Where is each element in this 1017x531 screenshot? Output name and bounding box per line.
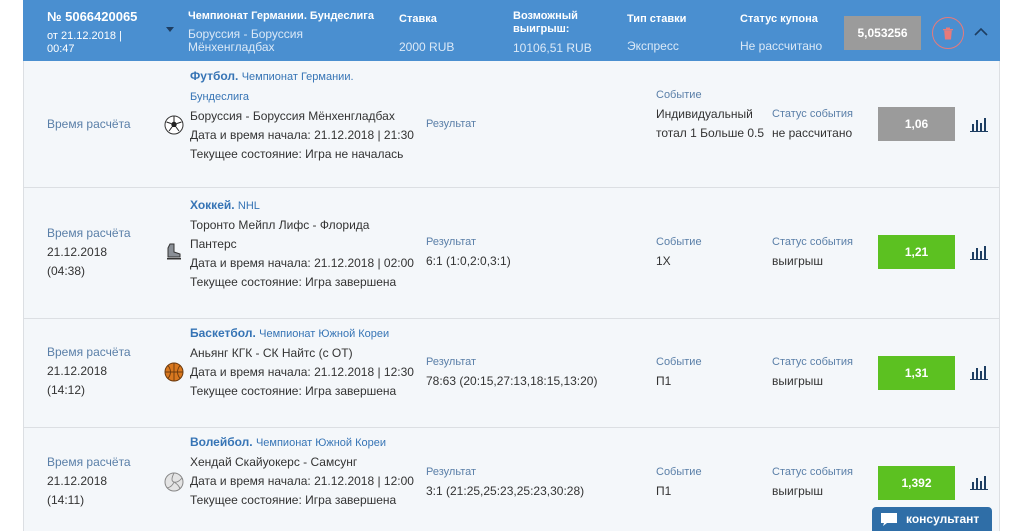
bar-chart-icon[interactable] xyxy=(970,366,988,380)
coefficient-badge: 1,06 xyxy=(878,107,955,141)
bar-chart-icon[interactable] xyxy=(970,118,988,132)
coupon-championship: Чемпионат Германии. Бундеслига xyxy=(188,10,374,22)
soccer-ball-icon xyxy=(164,115,184,135)
event-info: Баскетбол. Чемпионат Южной Кореи Аньянг … xyxy=(190,324,415,401)
consultant-chat-button[interactable]: консультант xyxy=(872,507,992,531)
chevron-down-icon[interactable] xyxy=(166,27,174,32)
coupon-status-label: Статус купона xyxy=(740,13,818,25)
coefficient-badge: 1,392 xyxy=(878,466,955,500)
event-status: Статус события не рассчитано xyxy=(772,108,853,140)
win-label: Возможный выигрыш: xyxy=(513,10,578,35)
bet-type-label: Тип ставки xyxy=(627,13,687,25)
teams: Хендай Скайуокерс - Самсунг xyxy=(190,455,358,469)
bar-chart-icon[interactable] xyxy=(970,476,988,490)
event-status: Статус события выигрыш xyxy=(772,466,853,498)
stake-value: 2000 RUB xyxy=(399,40,455,54)
total-coefficient: 5,053256 xyxy=(844,16,921,50)
delete-coupon-button[interactable] xyxy=(932,17,964,49)
chevron-up-icon[interactable] xyxy=(973,24,989,40)
start-time: Дата и время начала: 21.12.2018 | 21:30 xyxy=(190,128,414,142)
event: Событие Индивидуальный тотал 1 Больше 0.… xyxy=(656,89,765,140)
coupon-number: № 5066420065 xyxy=(47,9,138,24)
game-state: Текущее состояние: Игра завершена xyxy=(190,384,397,398)
coupon-panel: № 5066420065 от 21.12.2018 | 00:47 Чемпи… xyxy=(23,0,1000,531)
start-time: Дата и время начала: 21.12.2018 | 02:00 xyxy=(190,256,414,270)
teams: Торонто Мейпл Лифс - Флорида Пантерс xyxy=(190,218,370,251)
start-time: Дата и время начала: 21.12.2018 | 12:00 xyxy=(190,474,414,488)
coupon-header[interactable]: № 5066420065 от 21.12.2018 | 00:47 Чемпи… xyxy=(23,0,1000,62)
game-state: Текущее состояние: Игра не началась xyxy=(190,147,404,161)
bet-row: Время расчёта 21.12.2018 (04:38) Хоккей.… xyxy=(23,188,1000,319)
chat-bubble-icon xyxy=(881,512,897,526)
event: Событие П1 xyxy=(656,466,702,498)
event-info: Футбол. Чемпионат Германии. Бундеслига Б… xyxy=(190,67,415,164)
trash-icon xyxy=(943,27,953,39)
game-state: Текущее состояние: Игра завершена xyxy=(190,493,397,507)
result: Результат 78:63 (20:15,27:13,18:15,13:20… xyxy=(426,356,598,388)
coupon-date: от 21.12.2018 | 00:47 xyxy=(47,30,122,55)
game-state: Текущее состояние: Игра завершена xyxy=(190,275,397,289)
bar-chart-icon[interactable] xyxy=(970,246,988,260)
result: Результат xyxy=(426,118,477,130)
hockey-skate-icon xyxy=(167,243,181,260)
bet-row: Время расчёта 21.12.2018 (14:12) Баскетб… xyxy=(23,319,1000,428)
calc-time: Время расчёта 21.12.2018 (04:38) xyxy=(47,226,131,278)
calc-time: Время расчёта 21.12.2018 (14:12) xyxy=(47,345,131,397)
bet-row: Время расчёта Футбол. Чемпионат Германии… xyxy=(23,61,1000,188)
teams: Аньянг КГК - СК Найтс (с ОТ) xyxy=(190,346,353,360)
calc-time: Время расчёта xyxy=(47,117,131,131)
stake-label: Ставка xyxy=(399,13,437,25)
result: Результат 6:1 (1:0,2:0,3:1) xyxy=(426,236,511,268)
bet-row: Время расчёта 21.12.2018 (14:11) Волейбо… xyxy=(23,428,1000,531)
event-info: Волейбол. Чемпионат Южной Кореи Хендай С… xyxy=(190,433,415,510)
bet-type-value: Экспресс xyxy=(627,39,679,53)
coefficient-badge: 1,31 xyxy=(878,356,955,390)
event-info: Хоккей. NHL Торонто Мейпл Лифс - Флорида… xyxy=(190,196,415,292)
basketball-icon xyxy=(164,362,184,382)
event: Событие 1X xyxy=(656,236,702,268)
win-value: 10106,51 RUB xyxy=(513,41,592,55)
consultant-label: консультант xyxy=(906,512,980,526)
coupon-status-value: Не рассчитано xyxy=(740,39,823,53)
sport-name: Футбол. xyxy=(190,69,239,83)
start-time: Дата и время начала: 21.12.2018 | 12:30 xyxy=(190,365,414,379)
coefficient-badge: 1,21 xyxy=(878,235,955,269)
result: Результат 3:1 (21:25,25:23,25:23,30:28) xyxy=(426,466,585,498)
event-status: Статус события выигрыш xyxy=(772,356,853,388)
coupon-match: Боруссия - Боруссия Мёнхенгладбах xyxy=(188,27,303,54)
volleyball-icon xyxy=(164,472,184,492)
teams: Боруссия - Боруссия Мёнхенгладбах xyxy=(190,109,395,123)
event: Событие П1 xyxy=(656,356,702,388)
calc-time: Время расчёта 21.12.2018 (14:11) xyxy=(47,455,131,507)
event-status: Статус события выигрыш xyxy=(772,236,853,268)
